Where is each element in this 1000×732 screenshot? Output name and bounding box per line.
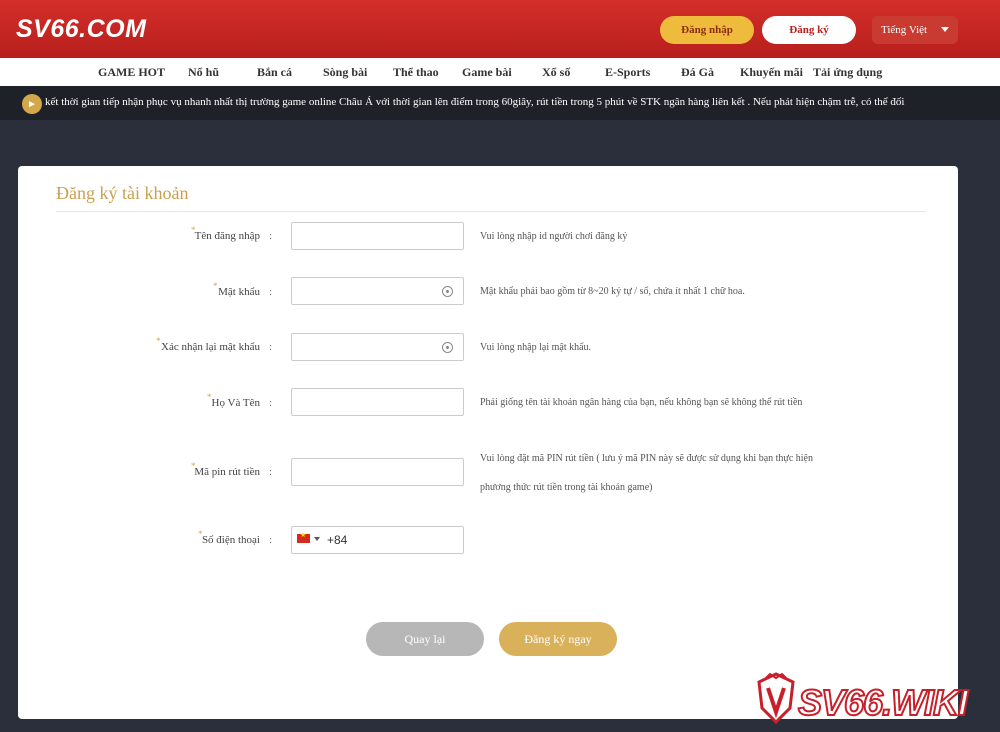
field-colon: : [269, 230, 273, 242]
title-divider [56, 211, 926, 212]
field-colon: : [269, 341, 273, 353]
nav-item-game-bai[interactable]: Game bài [462, 65, 512, 80]
login-button[interactable]: Đăng nhập [660, 16, 754, 44]
shield-logo-icon [757, 672, 795, 724]
chevron-down-icon [941, 27, 949, 32]
top-header: SV66.COM Đăng nhập Đăng ký Tiếng Việt [0, 0, 1000, 58]
confirm-password-label: Xác nhận lại mật khẩu [161, 341, 260, 353]
required-star: * [213, 281, 218, 291]
main-nav: GAME HOT Nổ hũ Bắn cá Sòng bài Thể thao … [0, 58, 1000, 86]
language-select[interactable]: Tiếng Việt [872, 16, 958, 44]
fullname-input[interactable] [291, 388, 464, 416]
language-label: Tiếng Việt [881, 24, 928, 36]
site-logo[interactable]: SV66.COM [16, 14, 146, 44]
username-label: Tên đăng nhập [194, 230, 260, 242]
nav-item-ban-ca[interactable]: Bắn cá [257, 65, 292, 80]
country-code: +84 [327, 533, 348, 547]
nav-item-esports[interactable]: E-Sports [605, 65, 650, 80]
back-button[interactable]: Quay lại [366, 622, 484, 656]
nav-item-tai-ung-dung[interactable]: Tải ứng dụng [813, 65, 882, 80]
password-label: Mật khẩu [218, 286, 260, 298]
nav-item-game-hot[interactable]: GAME HOT [98, 65, 165, 80]
eye-icon[interactable] [442, 286, 453, 297]
nav-item-song-bai[interactable]: Sòng bài [323, 65, 367, 80]
required-star: * [156, 336, 161, 346]
phone-input[interactable]: +84 [291, 526, 464, 554]
withdraw-pin-hint-line1: Vui lòng đặt mã PIN rút tiền ( lưu ý mã … [480, 453, 813, 464]
announcement-text: kết thời gian tiếp nhận phục vụ nhanh nh… [45, 96, 905, 108]
password-input[interactable] [291, 277, 464, 305]
fullname-hint: Phải giống tên tài khoản ngân hàng của b… [480, 397, 803, 408]
withdraw-pin-label: Mã pin rút tiền [194, 466, 260, 478]
confirm-password-hint: Vui lòng nhập lại mật khẩu. [480, 342, 592, 353]
username-hint: Vui lòng nhập id người chơi đăng ký [480, 231, 628, 242]
withdraw-pin-input[interactable] [291, 458, 464, 486]
watermark-text: SV66.WIKI [797, 681, 969, 724]
nav-item-xo-so[interactable]: Xổ số [542, 65, 570, 80]
phone-label: Số điện thoại [201, 534, 260, 546]
field-colon: : [269, 397, 273, 409]
nav-item-da-ga[interactable]: Đá Gà [681, 65, 714, 80]
nav-item-no-hu[interactable]: Nổ hũ [188, 65, 219, 80]
username-input[interactable] [291, 222, 464, 250]
chevron-down-icon[interactable] [314, 537, 320, 541]
page-title: Đăng ký tài khoản [56, 183, 189, 203]
field-colon: : [269, 286, 273, 298]
watermark: SV66.WIKI [752, 672, 996, 728]
password-hint: Mật khẩu phải bao gồm từ 8~20 ký tự / số… [480, 286, 745, 297]
announcement-bar: ► kết thời gian tiếp nhận phục vụ nhanh … [0, 86, 1000, 120]
register-button[interactable]: Đăng ký [762, 16, 856, 44]
speaker-icon: ► [22, 94, 42, 114]
nav-item-the-thao[interactable]: Thể thao [393, 65, 439, 80]
field-colon: : [269, 466, 273, 478]
register-now-button[interactable]: Đăng ký ngay [499, 622, 617, 656]
nav-item-khuyen-mai[interactable]: Khuyến mãi [740, 65, 803, 80]
registration-card: Đăng ký tài khoản * Tên đăng nhập : Vui … [18, 166, 958, 719]
confirm-password-input[interactable] [291, 333, 464, 361]
fullname-label: Họ Và Tên [211, 397, 260, 409]
field-colon: : [269, 534, 273, 546]
vietnam-flag-icon[interactable] [297, 531, 310, 543]
eye-icon[interactable] [442, 342, 453, 353]
withdraw-pin-hint-line2: phương thức rút tiền trong tài khoản gam… [480, 482, 653, 493]
